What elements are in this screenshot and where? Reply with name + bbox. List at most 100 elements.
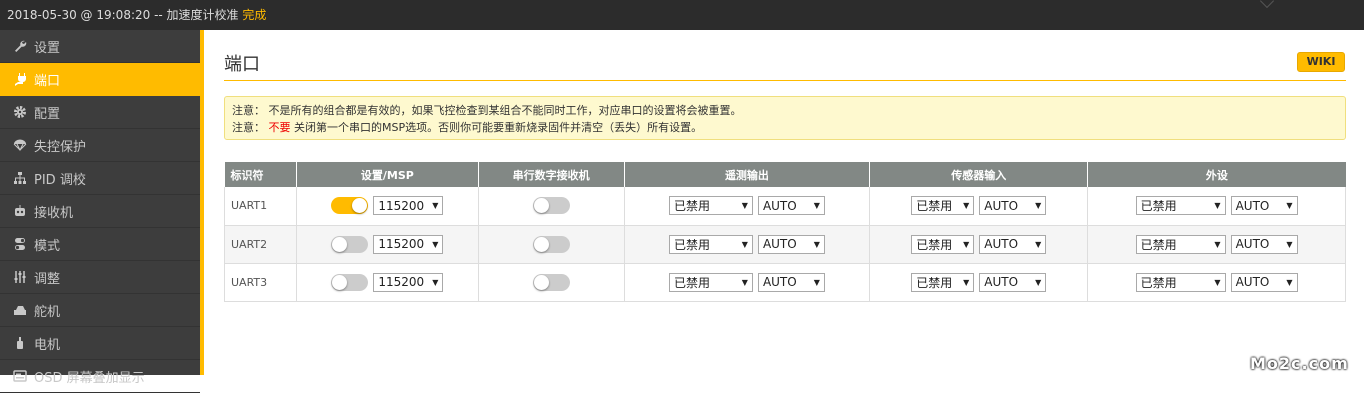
sensor-cell: 已禁用 ▼ AUTO ▼	[869, 225, 1089, 264]
peripheral-cell: 已禁用 ▼ AUTO ▼	[1087, 225, 1346, 264]
sidebar-item-label: 模式	[34, 238, 61, 254]
select-value: 已禁用	[1140, 199, 1177, 214]
msp-cell: 115200 ▼	[296, 263, 479, 302]
sidebar-item[interactable]: 接收机	[0, 195, 200, 228]
peripheral-baud-select[interactable]: AUTO ▼	[1230, 196, 1298, 216]
sensor-select[interactable]: 已禁用 ▼	[911, 272, 975, 292]
sensor-baud-select[interactable]: AUTO ▼	[979, 234, 1047, 254]
select-value: 已禁用	[673, 199, 710, 214]
table-row: UART2 115200 ▼ 已禁用 ▼ AUTO ▼ 已禁用 ▼ AUTO ▼ 已禁用 ▼ AUTO ▼	[224, 225, 1346, 264]
serial-rx-toggle[interactable]	[532, 235, 570, 253]
sidebar-item-label: PID 调校	[34, 172, 86, 188]
sensor-baud-select[interactable]: AUTO ▼	[979, 196, 1047, 216]
telemetry-select[interactable]: 已禁用 ▼	[668, 196, 753, 216]
table-body: UART1 115200 ▼ 已禁用 ▼ AUTO ▼ 已禁用 ▼ AUTO ▼ 已禁用 ▼ AUTO ▼ U…	[224, 187, 1346, 302]
column-header: 设置/MSP	[296, 162, 479, 187]
dropdown-arrow-icon: ▼	[963, 239, 970, 249]
ports-table: 标识符 设置/MSP 串行数字接收机 遥测输出 传感器输入 外设 UART1 115200 ▼…	[224, 162, 1346, 302]
sidebar-item[interactable]: PID 调校	[0, 162, 200, 195]
sitemap-icon	[13, 171, 27, 185]
msp-cell: 115200 ▼	[296, 187, 479, 226]
peripheral-cell: 已禁用 ▼ AUTO ▼	[1087, 263, 1346, 302]
port-id: UART2	[224, 225, 297, 264]
telemetry-select[interactable]: 已禁用 ▼	[668, 234, 753, 254]
motor-icon	[13, 336, 27, 350]
status-text: 2018-05-30 @ 19:08:20 -- 加速度计校准	[7, 8, 243, 22]
port-id: UART1	[224, 187, 297, 226]
dropdown-arrow-icon: ▼	[1286, 201, 1293, 211]
sensor-select[interactable]: 已禁用 ▼	[911, 234, 975, 254]
dropdown-arrow-icon: ▼	[741, 239, 748, 249]
notice-prefix: 注意：	[232, 121, 269, 134]
sidebar-item[interactable]: 端口	[0, 63, 200, 96]
gear-icon	[13, 105, 27, 119]
peripheral-select[interactable]: 已禁用 ▼	[1135, 272, 1226, 292]
notice-text: 关闭第一个串口的MSP选项。否则你可能要重新烧录固件并清空（丢失）所有设置。	[290, 121, 703, 134]
msp-toggle[interactable]	[331, 273, 369, 291]
sensor-cell: 已禁用 ▼ AUTO ▼	[869, 187, 1089, 226]
dropdown-arrow-icon: ▼	[432, 201, 439, 211]
msp-baud-select[interactable]: 115200 ▼	[373, 272, 444, 292]
peripheral-select[interactable]: 已禁用 ▼	[1135, 234, 1226, 254]
dropdown-arrow-icon: ▼	[963, 277, 970, 287]
sidebar-item[interactable]: OSD 屏幕叠加显示	[0, 360, 200, 393]
select-value: AUTO	[984, 198, 1019, 213]
dropdown-arrow-icon: ▼	[1214, 239, 1221, 249]
sidebar-item[interactable]: 调整	[0, 261, 200, 294]
sidebar-item-label: OSD 屏幕叠加显示	[34, 370, 145, 386]
peripheral-select[interactable]: 已禁用 ▼	[1135, 196, 1226, 216]
table-header: 标识符 设置/MSP 串行数字接收机 遥测输出 传感器输入 外设	[224, 162, 1346, 187]
sidebar-item-label: 接收机	[34, 205, 74, 221]
select-value: AUTO	[762, 275, 797, 289]
telemetry-baud-select[interactable]: AUTO ▼	[757, 272, 825, 292]
dropdown-arrow-icon: ▼	[741, 277, 748, 287]
toggle-knob	[533, 236, 549, 252]
wiki-button[interactable]: WIKI	[1297, 52, 1345, 72]
select-value: 已禁用	[1140, 237, 1177, 252]
toggle-knob	[332, 236, 348, 252]
select-value: 已禁用	[916, 237, 953, 252]
telemetry-select[interactable]: 已禁用 ▼	[668, 272, 753, 292]
dropdown-arrow-icon: ▼	[813, 277, 820, 287]
dropdown-arrow-icon: ▼	[813, 201, 820, 211]
notice-line-1: 注意： 不是所有的组合都是有效的，如果飞控检查到某组合不能同时工作，对应串口的设…	[232, 104, 742, 117]
serial-rx-cell	[478, 187, 625, 226]
sidebar-item[interactable]: 电机	[0, 327, 200, 360]
serial-rx-toggle[interactable]	[532, 197, 570, 215]
dropdown-arrow-icon: ▼	[813, 239, 820, 249]
sidebar-item[interactable]: 模式	[0, 228, 200, 261]
msp-baud-select[interactable]: 115200 ▼	[373, 196, 444, 216]
toggle-knob	[352, 198, 368, 214]
select-value: AUTO	[984, 275, 1019, 289]
dropdown-arrow-icon: ▼	[1214, 201, 1221, 211]
table-row: UART3 115200 ▼ 已禁用 ▼ AUTO ▼ 已禁用 ▼ AUTO ▼ 已禁用 ▼ AUTO ▼	[224, 263, 1346, 302]
sidebar-item[interactable]: 失控保护	[0, 129, 200, 162]
dropdown-arrow-icon: ▼	[963, 201, 970, 211]
sensor-baud-select[interactable]: AUTO ▼	[979, 272, 1047, 292]
telemetry-baud-select[interactable]: AUTO ▼	[757, 196, 825, 216]
sidebar-item[interactable]: 设置	[0, 30, 200, 63]
select-value: AUTO	[762, 237, 797, 251]
serial-rx-toggle[interactable]	[532, 273, 570, 291]
sensor-cell: 已禁用 ▼ AUTO ▼	[869, 263, 1089, 302]
title-divider	[224, 80, 1346, 81]
select-value: AUTO	[1235, 237, 1270, 251]
notice-line-2: 注意： 不要 关闭第一个串口的MSP选项。否则你可能要重新烧录固件并清空（丢失）…	[232, 119, 1345, 136]
peripheral-cell: 已禁用 ▼ AUTO ▼	[1087, 187, 1346, 226]
sidebar-item[interactable]: 配置	[0, 96, 200, 129]
peripheral-baud-select[interactable]: AUTO ▼	[1230, 272, 1298, 292]
msp-toggle[interactable]	[331, 197, 369, 215]
sidebar-item[interactable]: 舵机	[0, 294, 200, 327]
select-value: AUTO	[1235, 275, 1270, 289]
msp-toggle[interactable]	[331, 235, 369, 253]
select-value: AUTO	[762, 198, 797, 213]
sensor-select[interactable]: 已禁用 ▼	[911, 196, 975, 216]
dropdown-arrow-icon: ▼	[1035, 277, 1042, 287]
chevron-down-icon[interactable]	[1259, 0, 1275, 9]
parachute-icon	[13, 138, 27, 152]
peripheral-baud-select[interactable]: AUTO ▼	[1230, 234, 1298, 254]
telemetry-baud-select[interactable]: AUTO ▼	[757, 234, 825, 254]
msp-cell: 115200 ▼	[296, 225, 479, 264]
switch-icon	[13, 237, 27, 251]
msp-baud-select[interactable]: 115200 ▼	[373, 234, 444, 254]
